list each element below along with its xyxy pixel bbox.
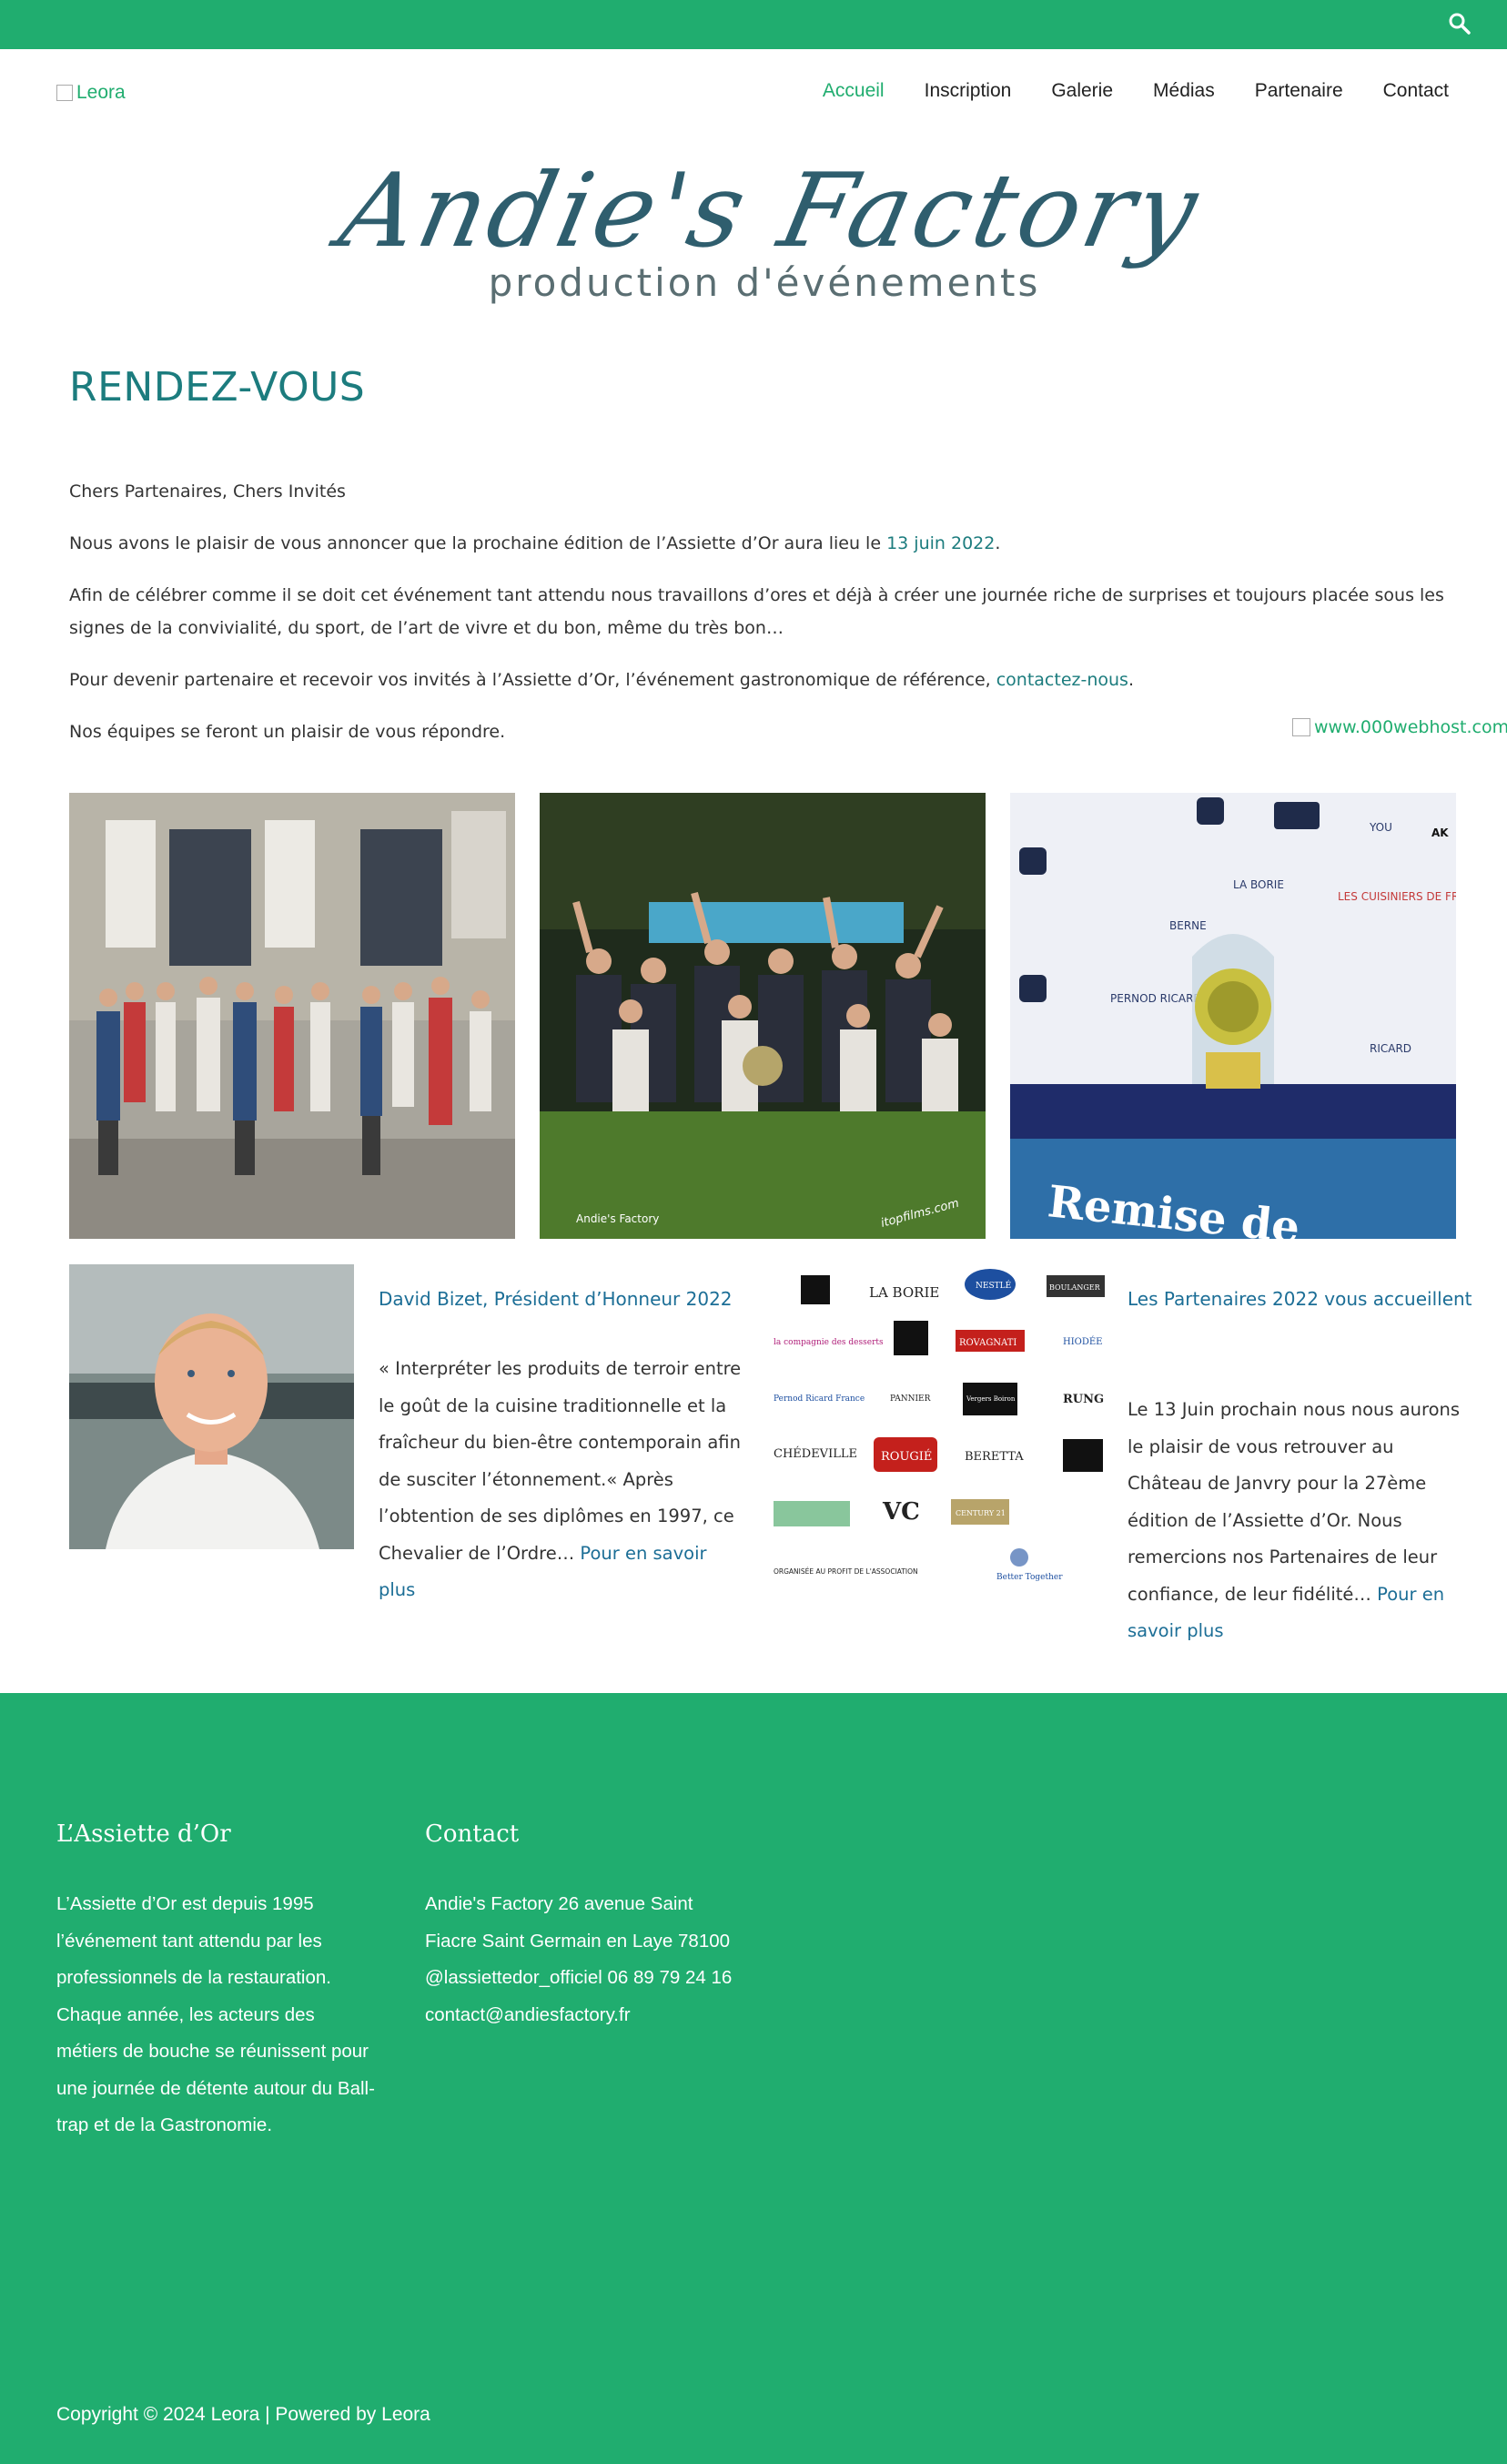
intro-paragraph-3: Afin de célébrer comme il se doit cet év… [69,585,1444,638]
nav-medias[interactable]: Médias [1153,80,1215,102]
trophy-logo: LA BORIE [1233,878,1284,891]
footer-about-text: L’Assiette d’Or est depuis 1995 l’événem… [56,1893,375,2135]
partner-logo: VC [882,1498,920,1526]
nav-galerie[interactable]: Galerie [1051,80,1113,102]
search-icon[interactable] [1447,11,1472,36]
text-span: Nous avons le plaisir de vous annoncer q… [69,533,887,553]
banner-subtitle: production d'événements [489,260,1041,305]
partner-logo: RUNG [1063,1393,1104,1406]
broken-image-icon [1292,718,1310,736]
badge-alt-text: www.000webhost.com [1314,717,1507,737]
broken-image-icon [56,85,73,101]
trophy-logo: BERNE [1169,919,1207,932]
top-bar [0,0,1507,49]
text-span: Le 13 Juin prochain nous nous aurons le … [1128,1399,1461,1605]
partner-logo: PANNIER [890,1394,931,1404]
trophy-logo: LES CUISINIERS DE FRANCE [1338,890,1456,903]
trophy-logo: RICARD [1370,1042,1411,1055]
gallery-photo-group[interactable] [69,793,515,1239]
president-text: « Interpréter les produits de terroir en… [379,1351,743,1609]
president-portrait[interactable] [69,1264,354,1549]
intro-paragraph-1: Chers Partenaires, Chers Invités [69,482,346,502]
text-span: . [1128,670,1134,690]
nav-contact[interactable]: Contact [1383,80,1449,102]
date-link[interactable]: 13 juin 2022 [886,533,995,553]
partner-logo: CENTURY 21 [956,1509,1006,1517]
partner-logo: Better Together [996,1573,1063,1582]
partner-logo: Pernod Ricard France [774,1394,865,1404]
footer-contact-title: Contact [425,1820,520,1848]
logo-alt-text: Leora [76,82,126,103]
gallery-photo-celebration[interactable]: Andie's Factory itopfilms.com [540,793,986,1239]
text-span: . [995,533,1001,553]
partner-logo: HIODÉE [1063,1336,1103,1347]
partner-logo: NESTLÉ [976,1280,1011,1291]
partner-logo: Vergers Boiron [966,1395,1016,1403]
partner-logo: CHÉDEVILLE [774,1446,857,1461]
trophy-logo: YOU [1369,821,1392,834]
partner-logo: ORGANISÉE AU PROFIT DE L'ASSOCIATION [774,1567,918,1576]
contact-link[interactable]: contactez-nous [996,670,1128,690]
main-content: RENDEZ-VOUS [69,364,1456,411]
trophy-logo: PERNOD RICARD [1110,992,1202,1005]
partner-logo: la compagnie des desserts [774,1338,884,1347]
partners-logos-image[interactable]: LA BORIE NESTLÉ BOULANGER la compagnie d… [774,1264,1106,1592]
intro-paragraph-2: Nous avons le plaisir de vous annoncer q… [69,527,1461,560]
partner-logo: ROUGIÉ [881,1449,932,1464]
nav-partenaire[interactable]: Partenaire [1255,80,1343,102]
partner-logo: BOULANGER [1049,1283,1101,1292]
president-title[interactable]: David Bizet, Président d’Honneur 2022 [379,1278,743,1320]
text-span: … [556,1542,581,1564]
text-span: Pour devenir partenaire et recevoir vos … [69,670,996,690]
photo-credit: Andie's Factory [576,1212,659,1225]
andies-factory-banner: Andie's Factory production d'événements [322,155,1210,305]
partners-text: Le 13 Juin prochain nous nous aurons le … [1128,1392,1473,1650]
banner-script: Andie's Factory [322,155,1210,270]
partner-logo: LA BORIE [869,1284,939,1301]
gallery-photo-trophy[interactable]: LA BORIE LES CUISINIERS DE FRANCE RICARD… [1010,793,1456,1239]
site-footer: L’Assiette d’Or L’Assiette d’Or est depu… [0,1693,1507,2464]
text-span: … [1353,1583,1378,1605]
copyright: Copyright © 2024 Leora | Powered by Leor… [56,2404,430,2425]
nav-accueil[interactable]: Accueil [823,80,885,102]
page-title: RENDEZ-VOUS [69,364,366,411]
main-nav: Accueil Inscription Galerie Médias Parte… [823,80,1449,102]
intro-paragraph-4: Pour devenir partenaire et recevoir vos … [69,664,1461,696]
intro-paragraph-5: Nos équipes se feront un plaisir de vous… [69,722,506,742]
site-header: Leora Accueil Inscription Galerie Médias… [0,49,1507,140]
text-span: « Interpréter les produits de terroir en… [379,1358,742,1564]
footer-contact-text: Andie's Factory 26 avenue Saint Fiacre S… [425,1893,733,2025]
partners-title[interactable]: Les Partenaires 2022 vous accueillent [1128,1278,1473,1320]
trophy-logo: AK [1431,826,1449,839]
nav-inscription[interactable]: Inscription [925,80,1012,102]
site-logo[interactable]: Leora [56,82,126,104]
footer-about-title: L’Assiette d’Or [56,1820,231,1848]
partner-logo: BERETTA [965,1450,1024,1464]
partner-logo: ROVAGNATI [959,1338,1016,1348]
webhost-badge[interactable]: www.000webhost.com [1292,717,1507,737]
